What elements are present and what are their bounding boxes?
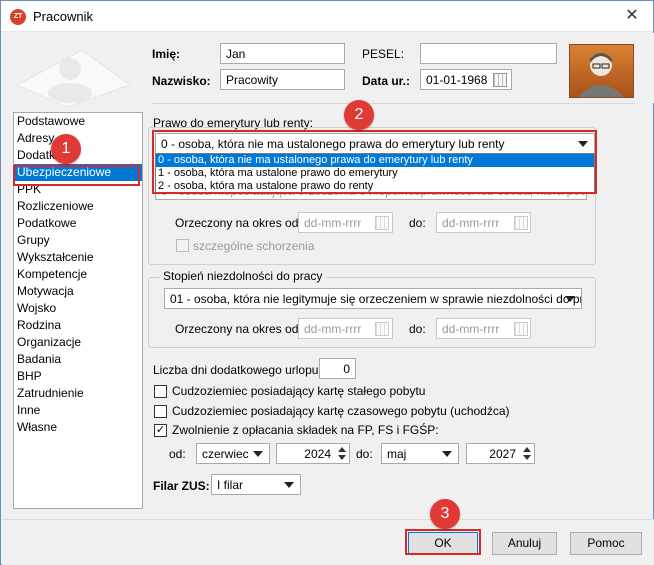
window-title: Pracownik — [33, 9, 93, 24]
exemption-from-label: od: — [169, 447, 186, 461]
exemption-to-label: do: — [356, 447, 373, 461]
exemption-to-year[interactable]: 2027 — [466, 443, 535, 464]
last-name-field[interactable]: Pracowity — [220, 69, 345, 90]
first-name-label: Imię: — [152, 47, 181, 61]
sidebar-highlight-frame — [13, 165, 140, 186]
sidebar-item-zatrudnienie[interactable]: Zatrudnienie — [14, 385, 142, 402]
leave-days-field[interactable]: 0 — [319, 358, 356, 379]
spin-down-icon[interactable] — [523, 455, 531, 460]
spin-down-icon[interactable] — [338, 455, 346, 460]
sidebar-item-grupy[interactable]: Grupy — [14, 232, 142, 249]
sidebar-item-rodzina[interactable]: Rodzina — [14, 317, 142, 334]
exemption-to-month[interactable]: maj — [381, 443, 459, 464]
disability-ruled-label: Orzeczony na okres od: — [175, 322, 302, 336]
sidebar-item-wyksztalcenie[interactable]: Wykształcenie — [14, 249, 142, 266]
zus-pillar-label: Filar ZUS: — [153, 479, 210, 493]
exemption-to-year-value: 2027 — [489, 447, 516, 461]
chevron-down-icon — [253, 451, 263, 457]
calendar-icon[interactable] — [514, 322, 528, 336]
foreigner-temporary-checkbox[interactable] — [154, 405, 167, 418]
pension-ruled-label: Orzeczony na okres od: — [175, 216, 302, 230]
sidebar-item-badania[interactable]: Badania — [14, 351, 142, 368]
last-name-label: Nazwisko: — [152, 74, 211, 88]
sidebar-item-bhp[interactable]: BHP — [14, 368, 142, 385]
close-icon[interactable]: ✕ — [621, 5, 643, 27]
spin-up-icon[interactable] — [338, 447, 346, 452]
exemption-from-month[interactable]: czerwiec — [196, 443, 270, 464]
sidebar-item-inne[interactable]: Inne — [14, 402, 142, 419]
pesel-field[interactable] — [420, 43, 557, 64]
special-illness-label: szczególne schorzenia — [193, 239, 315, 253]
sidebar-item-podstawowe[interactable]: Podstawowe — [14, 113, 142, 130]
special-illness-checkbox[interactable] — [176, 239, 189, 252]
sidebar-item-wojsko[interactable]: Wojsko — [14, 300, 142, 317]
sidebar-item-kompetencje[interactable]: Kompetencje — [14, 266, 142, 283]
disability-to-label: do: — [409, 322, 426, 336]
sidebar-item-rozliczeniowe[interactable]: Rozliczeniowe — [14, 198, 142, 215]
contribution-exemption-checkbox[interactable]: ✓ — [154, 424, 167, 437]
calendar-icon[interactable] — [493, 73, 507, 87]
help-button[interactable]: Pomoc — [570, 532, 642, 555]
chevron-down-icon — [284, 482, 294, 488]
birth-date-label: Data ur.: — [362, 74, 411, 88]
exemption-from-year[interactable]: 2024 — [276, 443, 350, 464]
exemption-from-year-value: 2024 — [304, 447, 331, 461]
calendar-icon[interactable] — [375, 322, 389, 336]
leave-days-label: Liczba dni dodatkowego urlopu: — [153, 363, 322, 377]
callout-badge-1: 1 — [51, 134, 81, 164]
foreigner-permanent-label: Cudzoziemiec posiadający kartę stałego p… — [172, 384, 426, 398]
employee-photo-icon[interactable] — [569, 44, 634, 98]
person-silhouette-icon — [15, 49, 132, 107]
pesel-label: PESEL: — [362, 47, 405, 61]
disability-group-title: Stopień niezdolności do pracy — [160, 269, 326, 283]
disability-combo[interactable]: 01 - osoba, która nie legitymuje się orz… — [164, 288, 582, 309]
callout-badge-2: 2 — [344, 100, 374, 130]
ok-highlight-frame — [405, 529, 481, 555]
chevron-down-icon — [565, 296, 575, 302]
dropdown-highlight-frame — [152, 130, 597, 194]
app-icon: ZT — [10, 9, 26, 25]
sidebar-item-motywacja[interactable]: Motywacja — [14, 283, 142, 300]
pension-to-label: do: — [409, 216, 426, 230]
header-separator — [151, 103, 635, 104]
cancel-button[interactable]: Anuluj — [492, 532, 557, 555]
sidebar-item-podatkowe[interactable]: Podatkowe — [14, 215, 142, 232]
title-bar: ZT Pracownik ✕ — [1, 1, 653, 32]
foreigner-permanent-checkbox[interactable] — [154, 385, 167, 398]
spin-up-icon[interactable] — [523, 447, 531, 452]
sidebar-item-organizacje[interactable]: Organizacje — [14, 334, 142, 351]
callout-badge-3: 3 — [430, 499, 460, 529]
sidebar-item-wlasne[interactable]: Własne — [14, 419, 142, 436]
calendar-icon[interactable] — [375, 216, 389, 230]
employee-dialog: ZT Pracownik ✕ Imię: Jan PESEL: Nazwisko… — [0, 0, 654, 565]
foreigner-temporary-label: Cudzoziemiec posiadający kartę czasowego… — [172, 404, 510, 418]
first-name-field[interactable]: Jan — [220, 43, 345, 64]
zus-pillar-combo[interactable]: I filar — [211, 474, 301, 495]
contribution-exemption-label: Zwolnienie z opłacania składek na FP, FS… — [172, 423, 439, 437]
chevron-down-icon — [442, 451, 452, 457]
calendar-icon[interactable] — [514, 216, 528, 230]
